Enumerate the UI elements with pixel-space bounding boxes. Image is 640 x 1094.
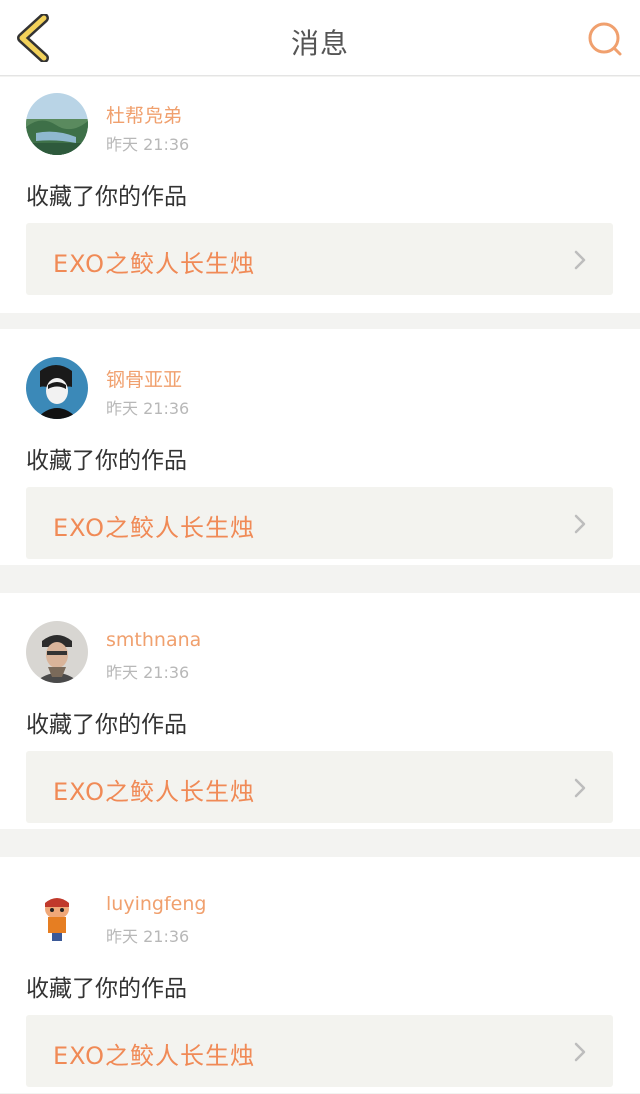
action-text: 收藏了你的作品 bbox=[26, 448, 187, 474]
page-title: 消息 bbox=[290, 27, 349, 60]
message-card: 钢骨亚亚 昨天 21:36 收藏了你的作品 EXO之鲛人长生烛 bbox=[0, 329, 640, 565]
search-button[interactable] bbox=[586, 20, 624, 58]
username-link[interactable]: luyingfeng bbox=[106, 893, 206, 915]
timestamp: 昨天 21:36 bbox=[106, 399, 190, 418]
photo-avatar[interactable] bbox=[26, 621, 88, 683]
work-title: EXO之鲛人长生烛 bbox=[53, 1042, 255, 1070]
timestamp: 昨天 21:36 bbox=[106, 135, 190, 154]
top-bar: 消息 bbox=[0, 0, 640, 76]
username-link[interactable]: 钢骨亚亚 bbox=[106, 365, 182, 392]
timestamp: 昨天 21:36 bbox=[106, 663, 190, 682]
username-link[interactable]: 杜帮凫弟 bbox=[106, 101, 182, 128]
cartoon-avatar[interactable] bbox=[26, 885, 88, 947]
search-icon bbox=[588, 22, 622, 56]
work-title: EXO之鲛人长生烛 bbox=[53, 514, 255, 542]
work-link[interactable]: EXO之鲛人长生烛 bbox=[26, 1015, 613, 1087]
work-link[interactable]: EXO之鲛人长生烛 bbox=[26, 751, 613, 823]
message-card: smthnana 昨天 21:36 收藏了你的作品 EXO之鲛人长生烛 bbox=[0, 593, 640, 829]
chevron-right-icon bbox=[574, 250, 586, 270]
work-title: EXO之鲛人长生烛 bbox=[53, 250, 255, 278]
work-link[interactable]: EXO之鲛人长生烛 bbox=[26, 487, 613, 559]
work-link[interactable]: EXO之鲛人长生烛 bbox=[26, 223, 613, 295]
action-text: 收藏了你的作品 bbox=[26, 712, 187, 738]
action-text: 收藏了你的作品 bbox=[26, 976, 187, 1002]
message-card: 杜帮凫弟 昨天 21:36 收藏了你的作品 EXO之鲛人长生烛 bbox=[0, 77, 640, 313]
chevron-right-icon bbox=[574, 778, 586, 798]
timestamp: 昨天 21:36 bbox=[106, 927, 190, 946]
work-title: EXO之鲛人长生烛 bbox=[53, 778, 255, 806]
username-link[interactable]: smthnana bbox=[106, 629, 201, 651]
landscape-avatar[interactable] bbox=[26, 93, 88, 155]
message-card: luyingfeng 昨天 21:36 收藏了你的作品 EXO之鲛人长生烛 bbox=[0, 857, 640, 1093]
chevron-right-icon bbox=[574, 1042, 586, 1062]
chevron-right-icon bbox=[574, 514, 586, 534]
action-text: 收藏了你的作品 bbox=[26, 184, 187, 210]
portrait-avatar[interactable] bbox=[26, 357, 88, 419]
